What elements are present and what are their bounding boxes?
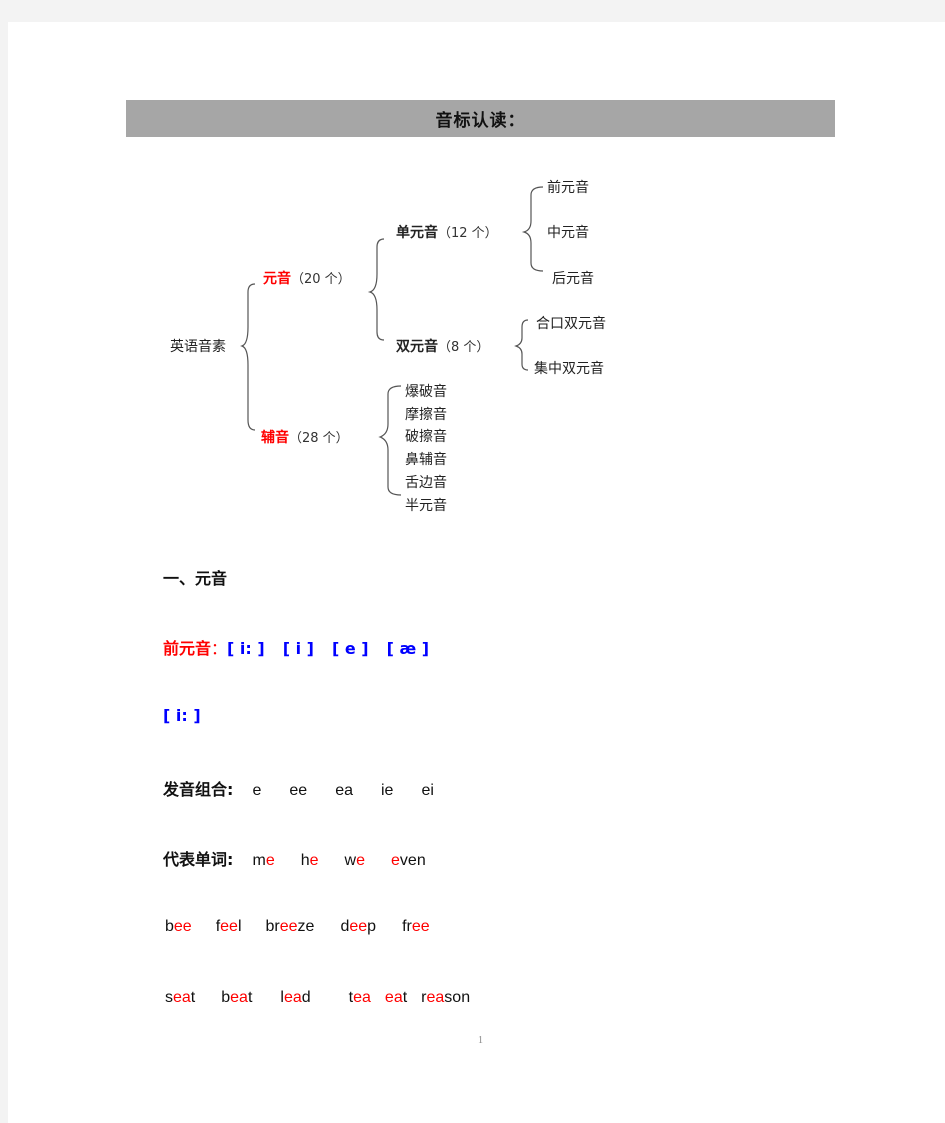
highlighted-letters: ea bbox=[426, 989, 445, 1006]
diphthong-count: （8 个） bbox=[438, 340, 490, 355]
words-line-1: 代表单词: me he we even bbox=[163, 846, 426, 870]
phonetic-symbol: [ i ] bbox=[282, 639, 314, 658]
current-phonetic-symbol: [ i: ] bbox=[163, 706, 201, 725]
vowel-count: （20 个） bbox=[291, 272, 351, 287]
example-word: free bbox=[402, 918, 430, 935]
tree-plosive: 爆破音 bbox=[405, 384, 447, 400]
tree-braces bbox=[240, 186, 544, 496]
combo-item: e bbox=[252, 782, 262, 799]
example-word: me bbox=[252, 852, 275, 869]
brace-monophthong bbox=[521, 186, 544, 272]
tree-diphthong: 双元音（8 个） bbox=[396, 336, 489, 356]
example-word: beat bbox=[221, 989, 253, 1006]
tree-centering-diphthong: 集中双元音 bbox=[534, 361, 604, 377]
tree-closing-diphthong: 合口双元音 bbox=[536, 316, 606, 332]
tree-back-vowel: 后元音 bbox=[552, 271, 594, 287]
tree-nasal: 鼻辅音 bbox=[405, 452, 447, 468]
highlighted-letters: ea bbox=[353, 989, 371, 1006]
words-list: bee feel breeze deep free bbox=[165, 916, 430, 935]
example-word: reason bbox=[421, 989, 471, 1006]
front-vowels-label: 前元音 bbox=[163, 639, 212, 658]
consonant-label: 辅音 bbox=[261, 430, 289, 446]
tree-affricate: 破擦音 bbox=[405, 429, 447, 445]
example-word: lead bbox=[280, 989, 311, 1006]
combo-item: ie bbox=[381, 782, 394, 799]
example-word: breeze bbox=[265, 918, 315, 935]
monophthong-label: 单元音 bbox=[396, 225, 438, 241]
brace-root bbox=[240, 283, 256, 431]
combos-label: 发音组合: bbox=[163, 780, 234, 799]
front-vowels-line: 前元音：[ i: ] [ i ] [ e ] [ æ ] bbox=[163, 635, 429, 659]
words-list: seat beat lead tea eat reason bbox=[165, 987, 470, 1006]
combo-item: ee bbox=[289, 782, 308, 799]
vowel-label: 元音 bbox=[263, 271, 291, 287]
monophthong-count: （12 个） bbox=[438, 226, 498, 241]
tree-front-vowel: 前元音 bbox=[547, 180, 589, 196]
brace-diphthong bbox=[514, 319, 529, 371]
words-list: me he we even bbox=[239, 850, 426, 869]
phonetic-symbol: [ æ ] bbox=[386, 639, 430, 658]
brace-vowel bbox=[367, 238, 385, 341]
page-title: 音标认读： bbox=[435, 111, 526, 131]
combo-item: ei bbox=[421, 782, 434, 799]
highlighted-letters: ee bbox=[220, 918, 238, 935]
highlighted-letters: e bbox=[391, 852, 400, 869]
tree-root: 英语音素 bbox=[170, 339, 226, 355]
words-label: 代表单词: bbox=[163, 850, 234, 869]
highlighted-letters: ea bbox=[384, 989, 403, 1006]
highlighted-letters: ea bbox=[230, 989, 248, 1006]
tree-vowel: 元音（20 个） bbox=[263, 268, 351, 288]
highlighted-letters: ea bbox=[173, 989, 191, 1006]
example-word: we bbox=[344, 852, 366, 869]
combos-line: 发音组合: e ee ea ie ei bbox=[163, 776, 434, 800]
page-number: 1 bbox=[478, 1035, 483, 1046]
tree-lateral: 舌边音 bbox=[405, 475, 447, 491]
tree-central-vowel: 中元音 bbox=[547, 225, 589, 241]
example-word: bee bbox=[165, 918, 192, 935]
phonetic-symbol: [ e ] bbox=[331, 639, 369, 658]
highlighted-letters: e bbox=[309, 852, 319, 869]
section-heading: 一、元音 bbox=[163, 569, 228, 588]
tree-semivowel: 半元音 bbox=[405, 498, 447, 514]
highlighted-letters: ee bbox=[173, 918, 192, 935]
example-word: seat bbox=[165, 989, 196, 1006]
tree-consonant: 辅音（28 个） bbox=[261, 427, 349, 447]
combo-item: ea bbox=[335, 782, 353, 799]
document-page: 音标认读： 英语音素 元音（20 个） 单元音（12 个） 双元音（8 个） 前… bbox=[8, 22, 945, 1123]
example-word: he bbox=[300, 852, 319, 869]
tree-fricative: 摩擦音 bbox=[405, 407, 447, 423]
diphthong-label: 双元音 bbox=[396, 339, 438, 355]
phonetic-symbol: [ i: ] bbox=[227, 639, 265, 658]
brace-consonant bbox=[378, 385, 402, 496]
highlighted-letters: ee bbox=[411, 918, 430, 935]
highlighted-letters: e bbox=[356, 852, 366, 869]
example-word: feel bbox=[215, 918, 242, 935]
example-word: deep bbox=[340, 918, 377, 935]
example-word: eat bbox=[384, 989, 408, 1006]
colon: ： bbox=[211, 639, 228, 658]
words-line-3: seat beat lead tea eat reason bbox=[165, 987, 470, 1007]
highlighted-letters: e bbox=[265, 852, 275, 869]
highlighted-letters: ee bbox=[279, 918, 298, 935]
highlighted-letters: ee bbox=[349, 918, 368, 935]
title-bar: 音标认读： bbox=[126, 100, 835, 137]
example-word: even bbox=[391, 852, 426, 869]
example-word: tea bbox=[348, 989, 371, 1006]
words-line-2: bee feel breeze deep free bbox=[165, 916, 430, 936]
combos-list: e ee ea ie ei bbox=[239, 780, 434, 799]
tree-monophthong: 单元音（12 个） bbox=[396, 222, 498, 242]
highlighted-letters: ea bbox=[283, 989, 302, 1006]
consonant-count: （28 个） bbox=[289, 431, 349, 446]
